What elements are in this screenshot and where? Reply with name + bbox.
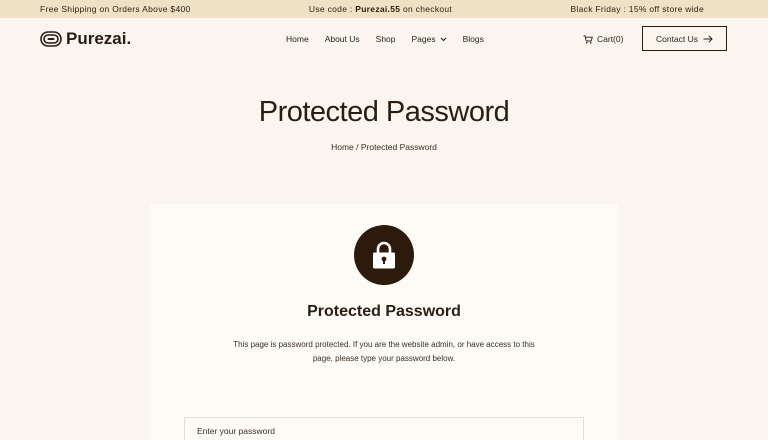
cart-link[interactable]: Cart(0) <box>583 18 623 60</box>
arrow-right-icon <box>703 34 713 43</box>
site-header: Purezai. Home About Us Shop Pages Blogs … <box>0 18 768 60</box>
nav-pages[interactable]: Pages <box>412 34 447 44</box>
lock-icon <box>373 241 395 269</box>
breadcrumb: Home / Protected Password <box>331 142 437 152</box>
password-card: Protected Password This page is password… <box>150 204 618 440</box>
password-input[interactable] <box>184 417 584 440</box>
announcement-code-suffix: on checkout <box>402 4 453 14</box>
chevron-down-icon <box>440 37 447 41</box>
contact-us-button[interactable]: Contact Us <box>642 26 727 51</box>
page-title: Protected Password <box>258 96 510 128</box>
logo-mark-icon <box>40 31 62 47</box>
nav-about-us[interactable]: About Us <box>325 34 360 44</box>
contact-us-label: Contact Us <box>655 33 699 44</box>
cart-icon <box>583 34 593 44</box>
main-nav: Home About Us Shop Pages Blogs <box>286 18 500 60</box>
announcement-code-prefix: Use code : <box>308 4 353 14</box>
card-description: This page is password protected. If you … <box>233 340 535 363</box>
logo-text: Purezai. <box>66 29 132 48</box>
nav-home[interactable]: Home <box>286 34 309 44</box>
nav-pages-label: Pages <box>411 34 436 44</box>
announcement-code: Use code : Purezai.55 on checkout <box>309 4 452 14</box>
card-title: Protected Password <box>307 303 461 320</box>
lock-badge <box>354 225 414 285</box>
nav-blogs[interactable]: Blogs <box>463 34 484 44</box>
nav-shop[interactable]: Shop <box>376 34 396 44</box>
announcement-sale: Black Friday : 15% off store wide <box>570 4 704 14</box>
announcement-bar: Free Shipping on Orders Above $400 Use c… <box>0 0 768 18</box>
cart-label: Cart(0) <box>597 34 624 44</box>
announcement-shipping: Free Shipping on Orders Above $400 <box>40 4 191 14</box>
logo[interactable]: Purezai. <box>40 29 131 49</box>
announcement-code-value: Purezai.55 <box>355 4 401 14</box>
